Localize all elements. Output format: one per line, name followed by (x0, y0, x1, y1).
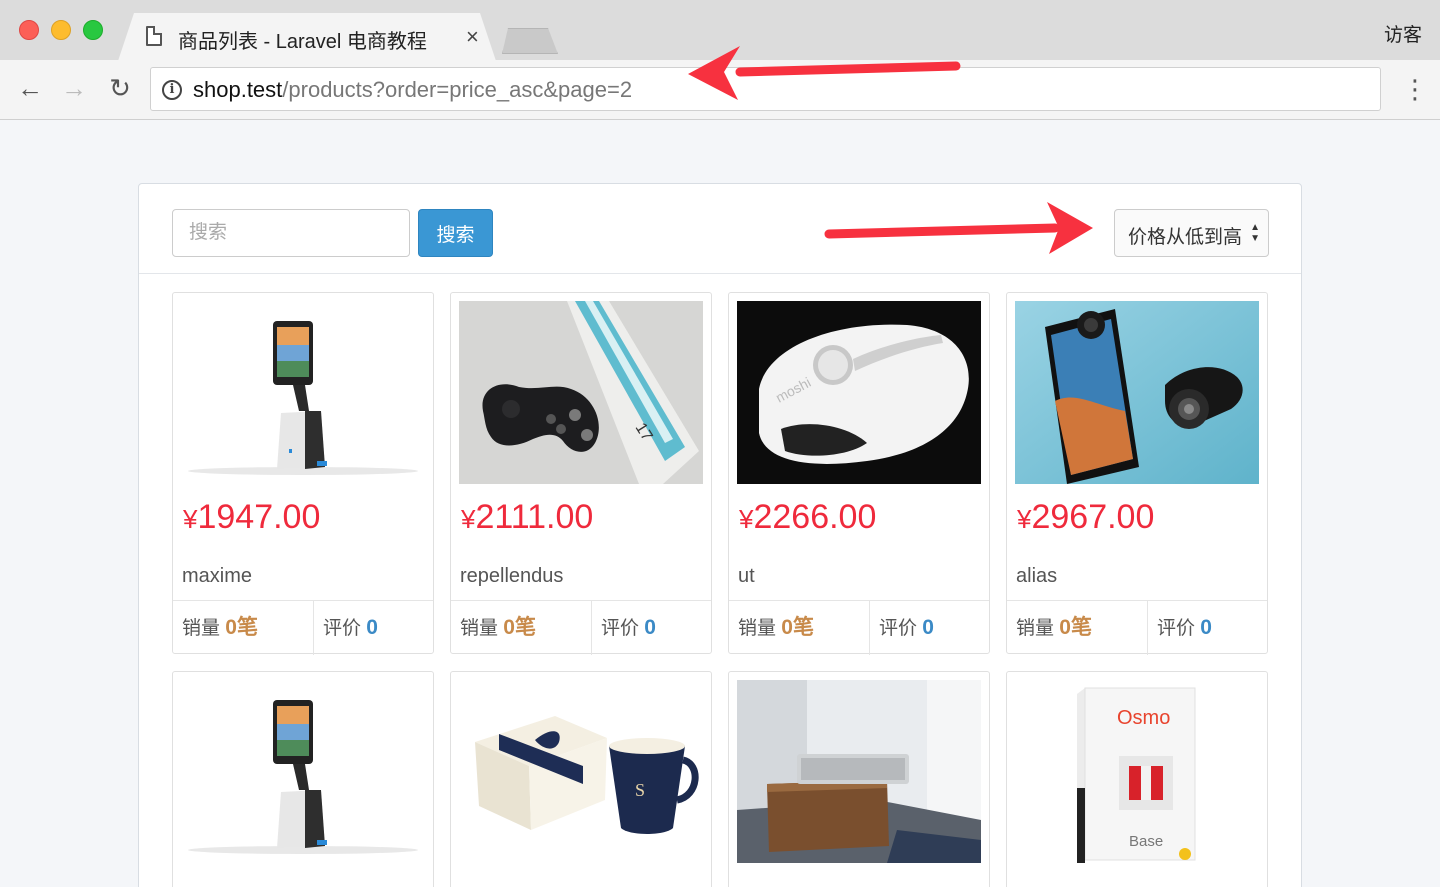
review-count: 评价 0 (879, 616, 934, 639)
address-bar[interactable]: i shop.test/products?order=price_asc&pag… (150, 67, 1381, 111)
svg-text:S: S (635, 780, 645, 800)
review-count: 评价 0 (323, 616, 378, 639)
product-image-tablet-stand[interactable] (181, 301, 425, 484)
new-tab-button[interactable] (502, 28, 558, 54)
url-host: shop.test (193, 77, 283, 102)
review-count: 评价 0 (1157, 616, 1212, 639)
product-image-phone-lens[interactable] (1015, 301, 1259, 484)
filter-bar: 搜索 价格从低到高 ▲▼ (139, 184, 1301, 274)
sort-order-select[interactable]: 价格从低到高 ▲ ▼ (1114, 209, 1269, 257)
product-card[interactable]: S (450, 671, 712, 887)
svg-text:Base: Base (1129, 833, 1163, 850)
minimize-window-button[interactable] (51, 20, 71, 40)
sales-count: 销量 0笔 (173, 601, 314, 655)
review-count: 评价 0 (601, 616, 656, 639)
product-card[interactable]: ¥2967.00 alias 销量 0笔 评价 0 (1006, 292, 1268, 655)
product-image-gamepad-selfie-stick[interactable]: 17 (459, 301, 703, 484)
product-card[interactable]: Osmo Base (1006, 671, 1268, 887)
sort-selected-label: 价格从低到高 (1128, 227, 1243, 248)
reload-icon[interactable]: ↻ (104, 72, 136, 104)
tab-products[interactable]: 商品列表 - Laravel 电商教程 × (118, 13, 496, 61)
products-panel: 搜索 价格从低到高 ▲▼ ¥1947.00 maxime (138, 183, 1302, 887)
product-name[interactable]: repellendus (460, 565, 563, 588)
maximize-window-button[interactable] (83, 20, 103, 40)
product-stats: 销量 0笔 评价 0 (1007, 600, 1267, 655)
product-price: ¥2111.00 (461, 498, 594, 536)
product-stats: 销量 0笔 评价 0 (729, 600, 989, 655)
product-image-gift-mug[interactable]: S (459, 680, 703, 863)
search-input[interactable] (172, 209, 410, 257)
tab-title: 商品列表 - Laravel 电商教程 (178, 31, 427, 53)
document-icon (146, 26, 162, 46)
product-name[interactable]: maxime (182, 565, 252, 588)
tab-close-icon[interactable]: × (466, 24, 479, 50)
back-arrow-icon[interactable]: ← (14, 72, 46, 104)
product-image-speaker[interactable] (737, 680, 981, 863)
info-icon[interactable]: i (162, 80, 182, 100)
product-image-white-mouse[interactable]: moshi (737, 301, 981, 484)
sales-count: 销量 0笔 (1007, 601, 1148, 655)
profile-label[interactable]: 访客 (1384, 20, 1422, 47)
product-image-tablet-stand[interactable] (181, 680, 425, 863)
product-price: ¥1947.00 (183, 498, 321, 536)
product-price: ¥2967.00 (1017, 498, 1155, 536)
product-card[interactable] (172, 671, 434, 887)
product-image-osmo-base[interactable]: Osmo Base (1015, 680, 1259, 863)
search-button[interactable]: 搜索 (418, 209, 493, 257)
url-text[interactable]: shop.test/products?order=price_asc&page=… (193, 77, 632, 103)
product-card[interactable]: ¥1947.00 maxime 销量 0笔 评价 0 (172, 292, 434, 655)
product-card[interactable] (728, 671, 990, 887)
close-window-button[interactable] (19, 20, 39, 40)
svg-text:Osmo: Osmo (1117, 707, 1170, 729)
browser-menu-icon[interactable]: ⋮ (1402, 74, 1428, 104)
product-price: ¥2266.00 (739, 498, 877, 536)
product-name[interactable]: alias (1016, 565, 1057, 588)
url-path: /products?order=price_asc&page=2 (282, 77, 633, 102)
product-name[interactable]: ut (738, 565, 755, 588)
browser-tab-bar: 商品列表 - Laravel 电商教程 × 访客 (0, 0, 1440, 60)
forward-arrow-icon[interactable]: → (58, 72, 90, 104)
select-arrows-icon: ▲ ▼ (1250, 222, 1260, 244)
product-card[interactable]: 17 ¥2111.00 repellendus 销量 0笔 评价 0 (450, 292, 712, 655)
product-stats: 销量 0笔 评价 0 (451, 600, 711, 655)
browser-toolbar: ← → ↻ i shop.test/products?order=price_a… (0, 60, 1440, 120)
product-card[interactable]: moshi ¥2266.00 ut 销量 0笔 评价 0 (728, 292, 990, 655)
sales-count: 销量 0笔 (451, 601, 592, 655)
product-stats: 销量 0笔 评价 0 (173, 600, 433, 655)
sales-count: 销量 0笔 (729, 601, 870, 655)
